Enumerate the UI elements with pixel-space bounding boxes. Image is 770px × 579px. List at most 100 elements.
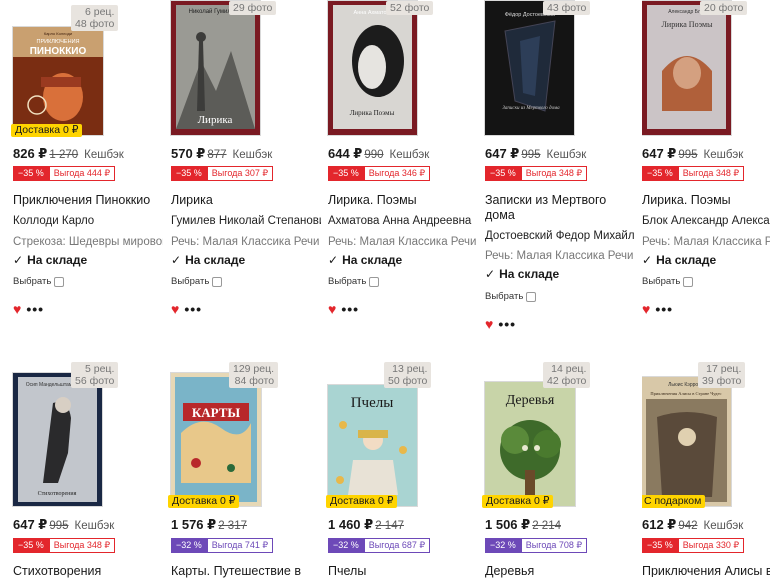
product-series[interactable]: Стрекоза: Шедевры мировой л xyxy=(13,236,163,248)
price-row: 1 506 ₽2 214 xyxy=(485,517,561,533)
card-actions: ♥ ••• xyxy=(13,302,44,316)
more-dots-icon[interactable]: ••• xyxy=(26,302,44,316)
product-series[interactable]: Речь: Малая Классика Речи xyxy=(485,250,635,262)
product-author[interactable]: Достоевский Федор Михайлов xyxy=(485,230,635,242)
shipping-badge: Доставка 0 ₽ xyxy=(168,495,240,508)
heart-icon[interactable]: ♥ xyxy=(485,317,493,331)
reviews-badge: 14 рец. 42 фото xyxy=(543,362,591,388)
product-card[interactable]: Осип Мандельштам Стихотворения 5 рец. 56 … xyxy=(13,360,163,578)
select-checkbox[interactable]: Выбрать xyxy=(485,291,537,302)
heart-icon[interactable]: ♥ xyxy=(328,302,336,316)
current-price: 647 ₽ xyxy=(485,146,520,161)
choose-label: Выбрать xyxy=(485,291,524,302)
product-title[interactable]: Лирика. Поэмы xyxy=(328,193,417,208)
more-dots-icon[interactable]: ••• xyxy=(498,317,516,331)
product-author[interactable]: Блок Александр Александр xyxy=(642,215,770,227)
product-title[interactable]: Приключения Пиноккио xyxy=(13,193,150,208)
stock-status: ✓ На складе xyxy=(485,267,559,281)
product-card[interactable]: Карло Коллоди ПРИКЛЮЧЕНИЯ ПИНОККИО 6 рец… xyxy=(11,0,163,330)
select-checkbox[interactable]: Выбрать xyxy=(642,276,694,287)
check-icon: ✓ xyxy=(485,267,496,281)
checkbox-box[interactable] xyxy=(683,276,694,287)
price-row: 826 ₽1 270 Кешбэк xyxy=(13,146,124,162)
book-cover[interactable]: Карло Коллоди ПРИКЛЮЧЕНИЯ ПИНОККИО xyxy=(13,27,103,135)
reviews-badge: 52 фото xyxy=(386,1,434,15)
discount-row: −35 % Выгода 348 ₽ xyxy=(642,166,745,181)
product-title-line2[interactable]: дома xyxy=(485,208,515,223)
photos-count: 48 фото xyxy=(75,18,115,30)
book-cover[interactable]: Анна Ахматова Лирика Поэмы xyxy=(328,1,417,135)
reviews-count: 14 рец. xyxy=(551,363,587,375)
stock-label: На складе xyxy=(656,253,717,267)
product-card[interactable]: Деревья 14 рец. 42 фото Доставка 0 ₽ 1 50… xyxy=(482,360,635,578)
savings-badge: Выгода 348 ₽ xyxy=(520,166,588,181)
discount-row: −35 % Выгода 348 ₽ xyxy=(13,538,116,553)
discount-row: −35 % Выгода 330 ₽ xyxy=(642,538,745,553)
checkbox-box[interactable] xyxy=(526,291,537,302)
product-card[interactable]: Льюис Кэрролл Приключения Алисы в Стране… xyxy=(642,360,770,577)
book-cover[interactable]: Осип Мандельштам Стихотворения xyxy=(13,373,102,506)
discount-badge: −35 % xyxy=(328,166,364,181)
current-price: 647 ₽ xyxy=(642,146,677,161)
product-author[interactable]: Ахматова Анна Андреевна xyxy=(328,215,478,227)
heart-icon[interactable]: ♥ xyxy=(171,302,179,316)
cover-title-text: Стихотворения xyxy=(38,491,77,497)
photos-count: 20 фото xyxy=(704,2,744,14)
discount-row: −32 % Выгода 708 ₽ xyxy=(485,538,588,553)
more-dots-icon[interactable]: ••• xyxy=(655,302,673,316)
book-cover[interactable]: Николай Гумилёв Лирика xyxy=(171,1,260,135)
product-card[interactable]: Фёдор Достоевский Записки из Мертвого до… xyxy=(485,0,635,331)
more-dots-icon[interactable]: ••• xyxy=(184,302,202,316)
product-title[interactable]: Лирика. Поэмы xyxy=(642,193,731,208)
book-cover[interactable]: КАРТЫ xyxy=(171,373,261,506)
book-cover[interactable]: Пчелы xyxy=(328,385,417,506)
price-row: 647 ₽995 Кешбэк xyxy=(642,146,743,162)
product-series[interactable]: Речь: Малая Классика Речи xyxy=(171,236,321,248)
product-card[interactable]: Александр Блок Лирика Поэмы 20 фото 647 … xyxy=(642,0,770,330)
checkbox-box[interactable] xyxy=(54,276,65,287)
heart-icon[interactable]: ♥ xyxy=(642,302,650,316)
savings-badge: Выгода 348 ₽ xyxy=(677,166,745,181)
select-checkbox[interactable]: Выбрать xyxy=(328,276,380,287)
product-card[interactable]: Пчелы 13 рец. 50 фото Доставка 0 ₽ 1 460 … xyxy=(326,360,478,578)
heart-icon[interactable]: ♥ xyxy=(13,302,21,316)
discount-row: −35 % Выгода 307 ₽ xyxy=(171,166,274,181)
discount-badge: −35 % xyxy=(642,166,678,181)
old-price: 2 214 xyxy=(532,520,561,532)
product-author[interactable]: Коллоди Карло xyxy=(13,215,163,227)
product-title[interactable]: Записки из Мертвого xyxy=(485,193,606,208)
price-row: 1 460 ₽2 147 xyxy=(328,517,404,533)
old-price: 995 xyxy=(49,520,69,532)
product-series[interactable]: Речь: Малая Классика Речи xyxy=(642,236,770,248)
book-cover[interactable]: Фёдор Достоевский Записки из Мертвого до… xyxy=(485,1,574,135)
book-cover[interactable]: Деревья xyxy=(485,382,575,506)
reviews-badge: 29 фото xyxy=(229,1,277,15)
savings-badge: Выгода 307 ₽ xyxy=(206,166,274,181)
current-price: 1 460 ₽ xyxy=(328,517,374,532)
more-dots-icon[interactable]: ••• xyxy=(341,302,359,316)
book-cover[interactable]: Льюис Кэрролл Приключения Алисы в Стране… xyxy=(642,377,731,506)
cover-title-text: Деревья xyxy=(506,393,555,408)
select-checkbox[interactable]: Выбрать xyxy=(13,276,65,287)
product-title[interactable]: Приключения Алисы в xyxy=(642,564,770,577)
cover-top-text: Осип Мандельштам xyxy=(26,382,73,388)
savings-badge: Выгода 687 ₽ xyxy=(363,538,431,553)
choose-label: Выбрать xyxy=(328,276,367,287)
product-card[interactable]: Анна Ахматова Лирика Поэмы 52 фото 644 ₽… xyxy=(328,0,478,330)
old-price: 877 xyxy=(207,149,227,161)
checkbox-box[interactable] xyxy=(369,276,380,287)
product-author[interactable]: Гумилев Николай Степанович xyxy=(171,215,321,227)
photos-count: 43 фото xyxy=(547,2,587,14)
stock-label: На складе xyxy=(342,253,403,267)
select-checkbox[interactable]: Выбрать xyxy=(171,276,223,287)
checkbox-box[interactable] xyxy=(212,276,223,287)
photos-count: 29 фото xyxy=(233,2,273,14)
product-series[interactable]: Речь: Малая Классика Речи xyxy=(328,236,478,248)
product-card[interactable]: Николай Гумилёв Лирика 29 фото 570 ₽877 К… xyxy=(171,0,321,330)
product-card[interactable]: КАРТЫ 129 рец. 84 фото Доставка 0 ₽ 1 576… xyxy=(168,360,321,578)
price-row: 612 ₽942 Кешбэк xyxy=(642,517,743,533)
shipping-badge: Доставка 0 ₽ xyxy=(326,495,398,508)
book-cover[interactable]: Александр Блок Лирика Поэмы xyxy=(642,1,731,135)
product-title[interactable]: Лирика xyxy=(171,193,213,208)
check-icon: ✓ xyxy=(328,253,339,267)
